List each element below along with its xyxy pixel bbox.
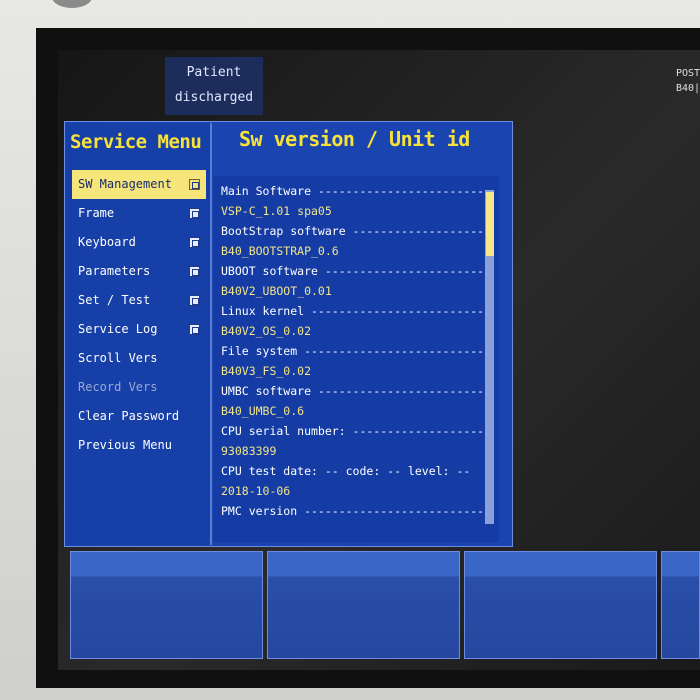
menu-item-sw-management[interactable]: SW Management xyxy=(72,170,206,199)
version-list-line: B40V2_OS_0.02 xyxy=(221,324,312,338)
menu-item-label: Service Log xyxy=(78,322,158,336)
version-list-line: PMC version ---------------------------- xyxy=(221,504,483,518)
version-list-line: B40V2_UBOOT_0.01 xyxy=(221,284,332,298)
submenu-icon xyxy=(189,179,200,190)
menu-item-service-log[interactable]: Service Log xyxy=(72,315,206,344)
menu-item-previous-menu[interactable]: Previous Menu xyxy=(72,431,206,460)
menu-item-label: Clear Password xyxy=(78,409,180,423)
softkey-3[interactable] xyxy=(464,551,657,659)
submenu-icon xyxy=(189,266,200,277)
patient-status-box: Patient discharged xyxy=(165,57,263,115)
menu-item-record-vers[interactable]: Record Vers xyxy=(72,373,206,402)
service-menu-title: Service Menu xyxy=(70,131,202,153)
menu-item-clear-password[interactable]: Clear Password xyxy=(72,402,206,431)
version-list-line: UMBC software -------------------------- xyxy=(221,384,483,398)
scrollbar-thumb[interactable] xyxy=(486,192,494,256)
menu-item-frame[interactable]: Frame xyxy=(72,199,206,228)
menu-item-label: Scroll Vers xyxy=(78,351,158,365)
patient-status-line2: discharged xyxy=(174,90,254,105)
menu-item-label: Frame xyxy=(78,206,115,220)
menu-item-label: Parameters xyxy=(78,264,151,278)
submenu-icon xyxy=(189,208,200,219)
version-list: Main Software --------------------------… xyxy=(221,181,483,521)
submenu-icon xyxy=(189,295,200,306)
softkey-2[interactable] xyxy=(267,551,460,659)
patient-status-line1: Patient xyxy=(186,65,242,80)
version-list-line: BootStrap software --------------------- xyxy=(221,224,483,238)
softkey-4[interactable] xyxy=(661,551,700,659)
menu-item-label: Set / Test xyxy=(78,293,151,307)
version-list-line: 93083399 xyxy=(221,444,277,458)
content-title: Sw version / Unit id xyxy=(239,127,470,151)
corner-info-line2: B40| xyxy=(676,83,700,94)
menu-item-keyboard[interactable]: Keyboard xyxy=(72,228,206,257)
version-list-line: CPU serial number: -------------------- xyxy=(221,424,483,438)
version-list-line: VSP-C_1.01 spa05 xyxy=(221,204,332,218)
menu-item-scroll-vers[interactable]: Scroll Vers xyxy=(72,344,206,373)
corner-info: POST B40| xyxy=(676,66,700,96)
menu-item-label: SW Management xyxy=(78,177,172,191)
menu-item-set-test[interactable]: Set / Test xyxy=(72,286,206,315)
menu-item-parameters[interactable]: Parameters xyxy=(72,257,206,286)
menu-item-label: Record Vers xyxy=(78,380,158,394)
version-list-line: CPU test date: -- code: -- level: -- xyxy=(221,464,471,478)
version-list-line: B40_UMBC_0.6 xyxy=(221,404,305,418)
submenu-icon xyxy=(189,324,200,335)
version-list-line: 2018-10-06 xyxy=(221,484,291,498)
softkey-1[interactable] xyxy=(70,551,263,659)
service-menu-list: SW Management Frame Keyboard Parameters … xyxy=(72,170,206,460)
menu-item-label: Previous Menu xyxy=(78,438,172,452)
submenu-icon xyxy=(189,237,200,248)
version-list-line: B40_BOOTSTRAP_0.6 xyxy=(221,244,339,258)
corner-info-line1: POST xyxy=(676,68,700,79)
version-list-line: Linux kernel --------------------------- xyxy=(221,304,483,318)
version-list-line: Main Software --------------------------… xyxy=(221,184,483,198)
menu-item-label: Keyboard xyxy=(78,235,136,249)
version-list-line: B40V3_FS_0.02 xyxy=(221,364,312,378)
version-list-line: UBOOT software ------------------------- xyxy=(221,264,483,278)
softkey-bar xyxy=(70,551,700,661)
version-list-line: File system ---------------------------- xyxy=(221,344,483,358)
